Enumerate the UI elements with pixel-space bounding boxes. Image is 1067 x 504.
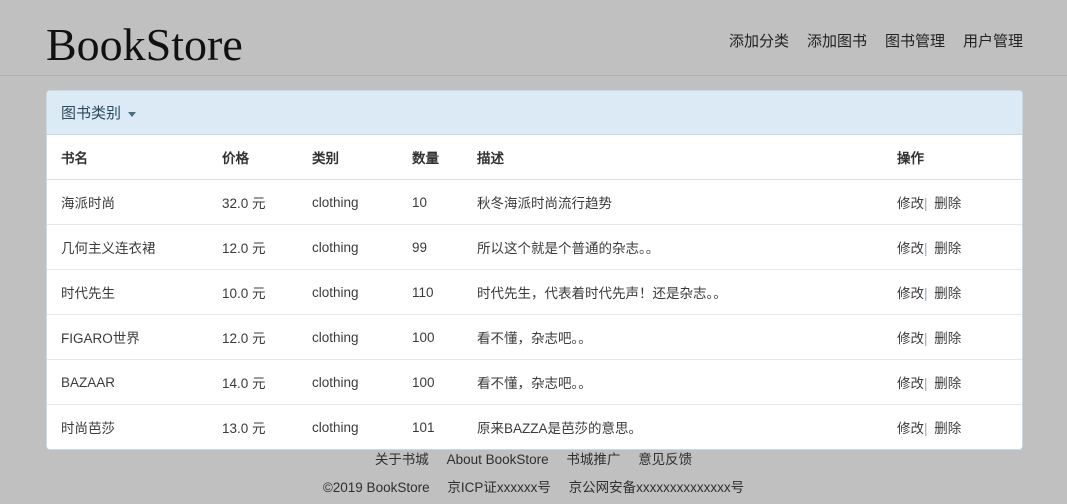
cell-book-quantity: 100 — [412, 359, 477, 405]
cell-book-name: 时尚芭莎 — [47, 404, 222, 449]
site-brand: BookStore — [46, 18, 243, 70]
cell-book-price: 13.0 元 — [222, 404, 312, 449]
table-row: 时尚芭莎 13.0 元 clothing 101 原来BAZZA是芭莎的意思。 … — [47, 404, 1022, 449]
cell-book-category: clothing — [312, 359, 412, 405]
table-row: 海派时尚 32.0 元 clothing 10 秋冬海派时尚流行趋势 修改| 删… — [47, 180, 1022, 225]
footer-link-promotion[interactable]: 书城推广 — [566, 452, 620, 467]
cell-book-description: 秋冬海派时尚流行趋势 — [477, 196, 612, 211]
site-footer: 关于书城 About BookStore 书城推广 意见反馈 ©2019 Boo… — [0, 448, 1067, 496]
cell-book-quantity: 110 — [412, 269, 477, 315]
column-header-quantity[interactable]: 数量 — [412, 135, 477, 180]
delete-book-link[interactable]: 删除 — [934, 286, 961, 301]
main-navigation: 添加分类 添加图书 图书管理 用户管理 — [729, 30, 1023, 75]
cell-book-price: 12.0 元 — [222, 314, 312, 360]
column-header-description[interactable]: 描述 — [477, 135, 897, 180]
footer-link-feedback[interactable]: 意见反馈 — [638, 452, 692, 467]
cell-book-name: 海派时尚 — [61, 196, 115, 211]
footer-copyright: ©2019 BookStore 京ICP证xxxxxx号 京公网安备xxxxxx… — [0, 476, 1067, 496]
cell-book-quantity: 100 — [412, 314, 477, 360]
cell-book-category: clothing — [312, 314, 412, 360]
cell-book-quantity: 10 — [412, 194, 428, 210]
cell-book-name: 几何主义连衣裙 — [47, 224, 222, 270]
cell-book-name: BAZAAR — [47, 359, 222, 405]
edit-book-link[interactable]: 修改 — [897, 286, 924, 301]
cell-book-description: 所以这个就是个普通的杂志。。 — [477, 224, 897, 270]
category-dropdown[interactable]: 图书类别 — [61, 102, 137, 123]
cell-book-price: 10.0 元 — [222, 269, 312, 315]
delete-book-link[interactable]: 删除 — [934, 331, 961, 346]
cell-book-description: 时代先生，代表着时代先声！还是杂志。。 — [477, 269, 897, 315]
cell-book-name: 时代先生 — [47, 269, 222, 315]
table-row: FIGARO世界 12.0 元 clothing 100 看不懂，杂志吧。。 修… — [47, 314, 1022, 360]
cell-book-operations: 修改| 删除 — [897, 180, 1022, 225]
column-header-name[interactable]: 书名 — [47, 135, 222, 180]
cell-book-description: 原来BAZZA是芭莎的意思。 — [477, 404, 897, 449]
edit-book-link[interactable]: 修改 — [897, 376, 924, 391]
cell-book-quantity: 101 — [412, 404, 477, 449]
table-row: 几何主义连衣裙 12.0 元 clothing 99 所以这个就是个普通的杂志。… — [47, 224, 1022, 270]
edit-book-link[interactable]: 修改 — [897, 421, 924, 436]
chevron-down-icon — [128, 112, 137, 117]
cell-book-price: 32.0 元 — [222, 196, 266, 211]
ops-separator: | — [924, 196, 928, 211]
ops-separator: | — [924, 241, 928, 256]
nav-add-book[interactable]: 添加图书 — [807, 30, 867, 51]
table-row: 时代先生 10.0 元 clothing 110 时代先生，代表着时代先声！还是… — [47, 269, 1022, 315]
delete-book-link[interactable]: 删除 — [934, 376, 961, 391]
edit-book-link[interactable]: 修改 — [897, 196, 924, 211]
footer-link-about-store[interactable]: 关于书城 — [375, 452, 429, 467]
delete-book-link[interactable]: 删除 — [934, 196, 961, 211]
cell-book-operations: 修改| 删除 — [897, 404, 1022, 449]
cell-book-price: 12.0 元 — [222, 224, 312, 270]
cell-book-operations: 修改| 删除 — [897, 359, 1022, 405]
cell-book-operations: 修改| 删除 — [897, 314, 1022, 360]
table-header-row: 书名 价格 类别 数量 描述 操作 — [47, 135, 1022, 180]
icp-license: 京ICP证xxxxxx号 — [447, 480, 551, 495]
book-panel: 图书类别 书名 价格 类别 数量 描述 操作 海派时尚 32.0 元 cloth… — [46, 90, 1023, 450]
police-license: 京公网安备xxxxxxxxxxxxxx号 — [568, 480, 745, 495]
cell-book-price: 14.0 元 — [222, 359, 312, 405]
books-table-body: 海派时尚 32.0 元 clothing 10 秋冬海派时尚流行趋势 修改| 删… — [47, 180, 1022, 449]
table-row: BAZAAR 14.0 元 clothing 100 看不懂，杂志吧。。 修改|… — [47, 359, 1022, 405]
delete-book-link[interactable]: 删除 — [934, 241, 961, 256]
panel-heading: 图书类别 — [47, 91, 1022, 135]
books-table-head: 书名 价格 类别 数量 描述 操作 — [47, 135, 1022, 180]
cell-book-quantity: 99 — [412, 224, 477, 270]
page-root: BookStore 添加分类 添加图书 图书管理 用户管理 图书类别 书名 价格 — [0, 0, 1067, 504]
ops-separator: | — [924, 331, 928, 346]
cell-book-operations: 修改| 删除 — [897, 269, 1022, 315]
copyright-text: ©2019 BookStore — [322, 480, 430, 495]
nav-user-admin[interactable]: 用户管理 — [963, 30, 1023, 51]
books-table: 书名 价格 类别 数量 描述 操作 海派时尚 32.0 元 clothing 1… — [47, 135, 1022, 449]
cell-book-name: FIGARO世界 — [47, 314, 222, 360]
delete-book-link[interactable]: 删除 — [934, 421, 961, 436]
edit-book-link[interactable]: 修改 — [897, 241, 924, 256]
column-header-category[interactable]: 类别 — [312, 135, 412, 180]
cell-book-category: clothing — [312, 269, 412, 315]
cell-book-operations: 修改| 删除 — [897, 224, 1022, 270]
content-area: 图书类别 书名 价格 类别 数量 描述 操作 海派时尚 32.0 元 cloth… — [0, 76, 1067, 450]
ops-separator: | — [924, 286, 928, 301]
cell-book-description: 看不懂，杂志吧。。 — [477, 359, 897, 405]
footer-links: 关于书城 About BookStore 书城推广 意见反馈 — [0, 448, 1067, 468]
cell-book-description: 看不懂，杂志吧。。 — [477, 314, 897, 360]
column-header-operations[interactable]: 操作 — [897, 135, 1022, 180]
site-header: BookStore 添加分类 添加图书 图书管理 用户管理 — [0, 0, 1067, 76]
edit-book-link[interactable]: 修改 — [897, 331, 924, 346]
panel-title-label: 图书类别 — [61, 105, 122, 122]
footer-link-about-bookstore[interactable]: About BookStore — [447, 452, 549, 467]
cell-book-category: clothing — [312, 404, 412, 449]
nav-add-category[interactable]: 添加分类 — [729, 30, 789, 51]
column-header-price[interactable]: 价格 — [222, 135, 312, 180]
nav-book-admin[interactable]: 图书管理 — [885, 30, 945, 51]
ops-separator: | — [924, 376, 928, 391]
ops-separator: | — [924, 421, 928, 436]
cell-book-category: clothing — [312, 224, 412, 270]
cell-book-category: clothing — [312, 194, 359, 210]
